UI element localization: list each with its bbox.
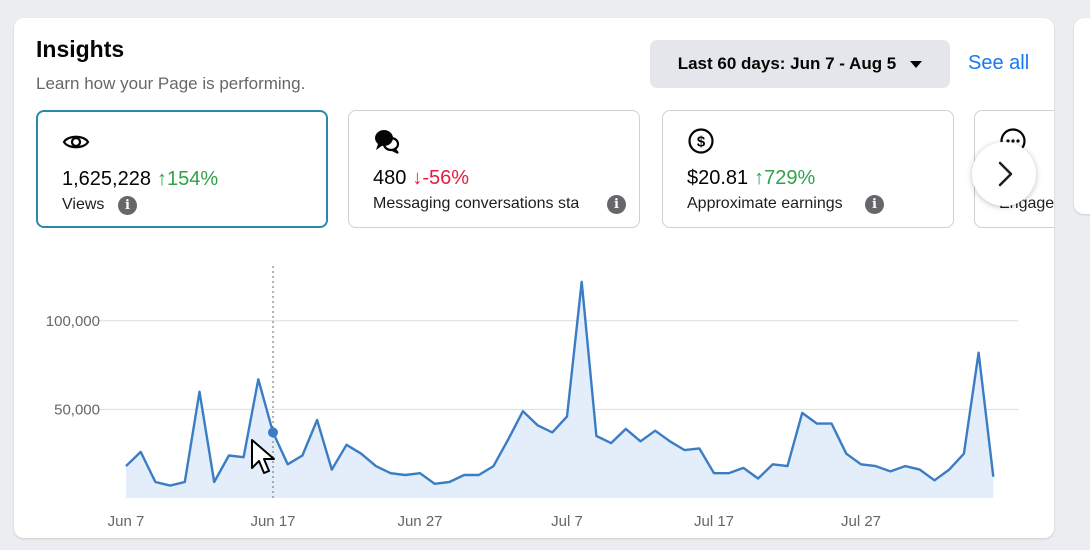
metric-change: ↑154% <box>157 168 218 190</box>
chat-bubbles-icon <box>375 130 400 154</box>
metric-change: ↓-56% <box>412 167 469 189</box>
metric-value-row: $20.81 ↑729% <box>687 167 815 190</box>
y-tick-label: 50,000 <box>54 401 100 418</box>
dollar-circle-icon: $ <box>688 128 714 154</box>
metric-value: $20.81 <box>687 167 749 189</box>
chevron-right-icon <box>998 161 1013 187</box>
metric-change-text: -56% <box>422 167 470 189</box>
metric-value: 1,625,228 <box>62 168 151 190</box>
metric-change: ↑729% <box>754 167 815 189</box>
x-tick-label: Jun 17 <box>250 513 295 530</box>
date-range-dropdown[interactable]: Last 60 days: Jun 7 - Aug 5 <box>650 40 950 88</box>
hover-point <box>268 427 278 438</box>
metric-value: 480 <box>373 167 407 189</box>
metric-label: Messaging conversations sta <box>373 195 580 212</box>
views-line-chart[interactable]: 50,000 100,000 Jun 7 Jun 17 Jun 27 Jul 7 Jul 1… <box>14 244 1054 538</box>
metric-label: Approximate earnings <box>687 195 843 212</box>
page-subtitle: Learn how your Page is performing. <box>36 74 306 93</box>
metric-card-views[interactable]: 1,625,228 ↑154% Views i <box>36 110 328 228</box>
metric-value-row: 1,625,228 ↑154% <box>62 168 218 191</box>
info-icon[interactable]: i <box>607 195 626 214</box>
metric-change-text: 154% <box>166 168 219 190</box>
x-tick-label: Jul 27 <box>841 513 881 530</box>
x-tick-label: Jun 27 <box>397 513 442 530</box>
side-panel-edge <box>1074 18 1090 214</box>
see-all-link[interactable]: See all <box>968 52 1029 75</box>
x-tick-label: Jul 17 <box>694 513 734 530</box>
carousel-next-button[interactable] <box>972 142 1036 206</box>
metric-card-earnings[interactable]: $ $20.81 ↑729% Approximate earnings i <box>662 110 954 228</box>
arrow-up-icon: ↑ <box>754 167 765 189</box>
svg-text:$: $ <box>697 134 706 151</box>
y-tick-label: 100,000 <box>46 313 100 330</box>
metric-label: Views <box>62 196 105 213</box>
x-tick-label: Jun 7 <box>108 513 145 530</box>
arrow-up-icon: ↑ <box>156 168 167 190</box>
x-tick-label: Jul 7 <box>551 513 583 530</box>
arrow-down-icon: ↓ <box>412 167 423 189</box>
caret-down-icon <box>910 60 923 68</box>
page-title: Insights <box>36 36 125 62</box>
date-range-label: Last 60 days: Jun 7 - Aug 5 <box>677 54 897 73</box>
eye-icon <box>62 135 90 149</box>
metric-change-text: 729% <box>764 167 816 189</box>
info-icon[interactable]: i <box>118 196 137 215</box>
metric-value-row: 480 ↓-56% <box>373 167 469 190</box>
metrics-carousel: 1,625,228 ↑154% Views i 480 ↓-56% Messagin… <box>36 110 1054 232</box>
metric-card-messaging[interactable]: 480 ↓-56% Messaging conversations sta i <box>348 110 640 228</box>
insights-card: Insights Learn how your Page is performi… <box>14 18 1054 538</box>
info-icon[interactable]: i <box>865 195 884 214</box>
mouse-cursor-icon <box>251 439 275 474</box>
